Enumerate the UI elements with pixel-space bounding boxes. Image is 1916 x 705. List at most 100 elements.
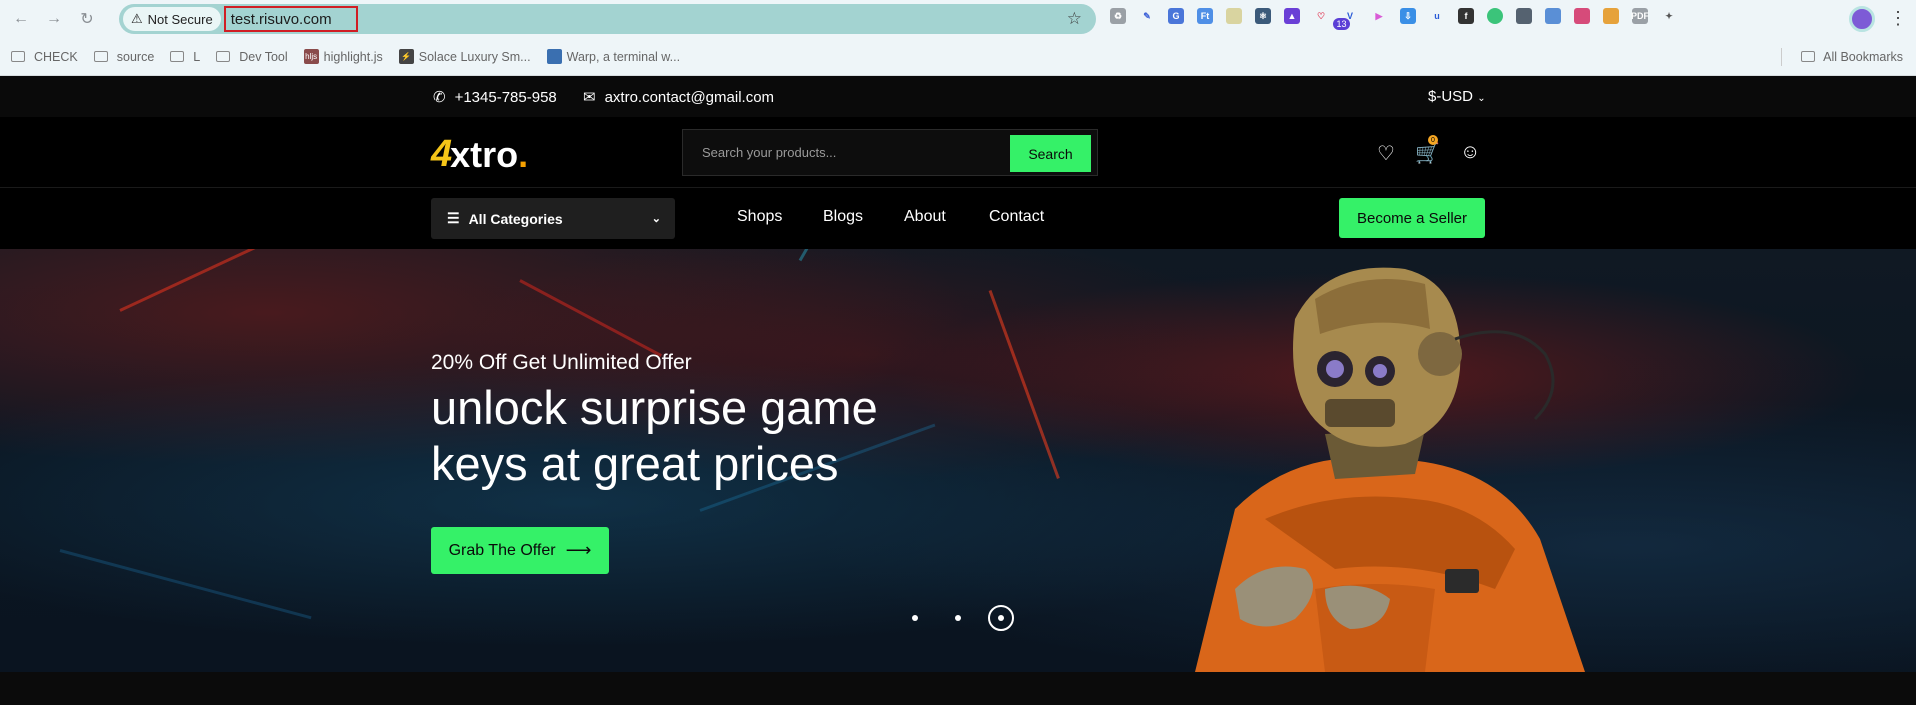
bookmarks-bar: CHECK source L Dev Tool hljs highlight.js… — [0, 38, 1916, 76]
security-label: Not Secure — [147, 11, 213, 27]
bookmark-folder-source[interactable]: source — [93, 49, 155, 64]
all-bookmarks[interactable]: All Bookmarks — [1781, 47, 1903, 66]
chevron-down-icon: ⌄ — [651, 213, 661, 225]
camera-extension-icon[interactable] — [1516, 8, 1532, 24]
reload-icon[interactable]: ↻ — [76, 8, 98, 30]
grid-extension-icon[interactable] — [1603, 8, 1619, 24]
light-streak — [798, 249, 912, 262]
folder-icon — [93, 51, 108, 62]
slider-dot-1[interactable] — [912, 615, 918, 621]
warning-icon: ⚠ — [131, 11, 143, 26]
email-address: axtro.contact@gmail.com — [604, 88, 775, 106]
bookmark-folder-check[interactable]: CHECK — [11, 50, 78, 64]
note-extension-icon[interactable] — [1226, 8, 1242, 24]
user-icon[interactable]: ☺ — [1460, 141, 1480, 164]
site-topbar: ✆ +1345-785-958 ✉ axtro.contact@gmail.co… — [0, 76, 1916, 117]
main-navbar: ☰ All Categories ⌄ Shops Blogs About Con… — [0, 188, 1916, 249]
phone-icon: ✆ — [433, 89, 446, 106]
site-logo[interactable]: 4 xtro . — [431, 135, 528, 173]
hero-subtitle: 20% Off Get Unlimited Offer — [431, 351, 692, 374]
site-header: 4 xtro . Search ♡ 🛒 0 ☺ — [0, 117, 1916, 188]
bookmark-folder-l[interactable]: L — [170, 50, 200, 64]
bolt-icon: ⚡ — [398, 49, 414, 64]
security-chip[interactable]: ⚠ Not Secure — [123, 7, 221, 31]
hero-title: unlock surprise game keys at great price… — [431, 381, 878, 490]
logo-mark: 4 — [431, 133, 453, 175]
doc-extension-icon[interactable] — [1545, 8, 1561, 24]
forward-icon[interactable]: → — [43, 8, 65, 30]
chevron-down-icon: ⌄ — [1477, 93, 1486, 104]
slider-dot-3-active[interactable] — [988, 605, 1014, 631]
bookmark-star-icon[interactable]: ☆ — [1067, 9, 1082, 29]
arrow-right-icon: ⟶ — [565, 540, 592, 560]
all-categories-dropdown[interactable]: ☰ All Categories ⌄ — [431, 198, 675, 239]
puzzle-extension-icon[interactable]: ✦ — [1661, 8, 1677, 24]
light-streak — [519, 279, 662, 357]
logo-dot: . — [518, 134, 529, 175]
bookmark-highlightjs[interactable]: hljs highlight.js — [303, 49, 383, 64]
ft-extension-icon[interactable]: Ft — [1197, 8, 1213, 24]
pen-extension-icon[interactable]: ✎ — [1139, 8, 1155, 24]
folder-icon — [170, 51, 185, 62]
cta-label: Grab The Offer — [448, 541, 556, 559]
flag-extension-icon[interactable] — [1574, 8, 1590, 24]
react-extension-icon[interactable]: ⚛ — [1255, 8, 1271, 24]
folder-icon — [11, 51, 25, 62]
divider — [1781, 47, 1783, 66]
search-button[interactable]: Search — [1010, 135, 1091, 172]
page-bottom-strip — [0, 672, 1916, 705]
warp-icon — [546, 49, 562, 64]
hat-extension-icon[interactable]: ▲ — [1284, 8, 1300, 24]
mail-icon: ✉ — [583, 89, 596, 106]
phone-contact[interactable]: ✆ +1345-785-958 — [433, 88, 557, 107]
extensions-bar: ♻ ✎ G Ft ⚛ ▲ ♡ V ▶ ⇩ u f PDF ✦ — [1110, 8, 1677, 24]
robot-character-image — [1195, 267, 1585, 672]
u-extension-icon[interactable]: u — [1429, 8, 1445, 24]
translate-extension-icon[interactable]: G — [1168, 8, 1184, 24]
pdf-extension-icon[interactable]: PDF — [1631, 8, 1649, 24]
folder-icon — [216, 51, 231, 62]
circle-extension-icon[interactable] — [1487, 8, 1503, 24]
cart-icon[interactable]: 🛒 — [1415, 141, 1440, 166]
fx-extension-icon[interactable]: f — [1458, 8, 1474, 24]
bookmark-label: Solace Luxury Sm... — [418, 49, 531, 64]
nav-link-shops[interactable]: Shops — [737, 208, 782, 226]
more-menu-icon[interactable]: ⋮ — [1889, 8, 1907, 29]
currency-label: $-USD — [1428, 88, 1474, 105]
hero-banner: 20% Off Get Unlimited Offer unlock surpr… — [0, 249, 1916, 672]
phone-number: +1345-785-958 — [454, 88, 557, 106]
bookmark-label: highlight.js — [323, 49, 383, 64]
back-icon[interactable]: ← — [10, 8, 32, 30]
currency-selector[interactable]: $-USD ⌄ — [1428, 88, 1486, 105]
download-extension-icon[interactable]: ⇩ — [1400, 8, 1416, 24]
nav-link-contact[interactable]: Contact — [989, 208, 1044, 226]
bookmark-label: source — [116, 49, 155, 64]
grab-offer-button[interactable]: Grab The Offer ⟶ — [431, 527, 609, 574]
recycle-extension-icon[interactable]: ♻ — [1110, 8, 1126, 24]
become-seller-button[interactable]: Become a Seller — [1339, 198, 1485, 238]
light-streak — [59, 549, 312, 620]
extension-badge: 13 — [1333, 18, 1350, 30]
url-text[interactable]: test.risuvo.com — [223, 6, 358, 32]
email-contact[interactable]: ✉ axtro.contact@gmail.com — [583, 88, 775, 107]
address-bar[interactable]: ⚠ Not Secure test.risuvo.com ☆ — [119, 4, 1096, 34]
play-extension-icon[interactable]: ▶ — [1371, 8, 1387, 24]
bookmark-label: Warp, a terminal w... — [566, 49, 681, 64]
bookmark-label: Dev Tool — [239, 49, 288, 64]
pocket-extension-icon[interactable]: ♡ — [1313, 8, 1329, 24]
bookmark-folder-devtool[interactable]: Dev Tool — [216, 49, 288, 64]
bookmark-solace[interactable]: ⚡ Solace Luxury Sm... — [398, 49, 531, 64]
all-bookmarks-label: All Bookmarks — [1823, 49, 1903, 64]
browser-toolbar: ← → ↻ ⚠ Not Secure test.risuvo.com ☆ ♻ ✎… — [0, 0, 1916, 38]
slider-dot-2[interactable] — [955, 615, 961, 621]
search-input[interactable] — [683, 130, 1003, 175]
profile-avatar[interactable] — [1849, 6, 1875, 32]
heart-icon[interactable]: ♡ — [1377, 141, 1395, 166]
nav-link-about[interactable]: About — [904, 208, 946, 226]
cart-count-badge: 0 — [1428, 135, 1438, 145]
bookmark-warp[interactable]: Warp, a terminal w... — [546, 49, 681, 64]
light-streak — [119, 249, 284, 312]
nav-link-blogs[interactable]: Blogs — [823, 208, 863, 226]
folder-icon — [1801, 51, 1816, 62]
menu-lines-icon: ☰ — [447, 210, 460, 226]
